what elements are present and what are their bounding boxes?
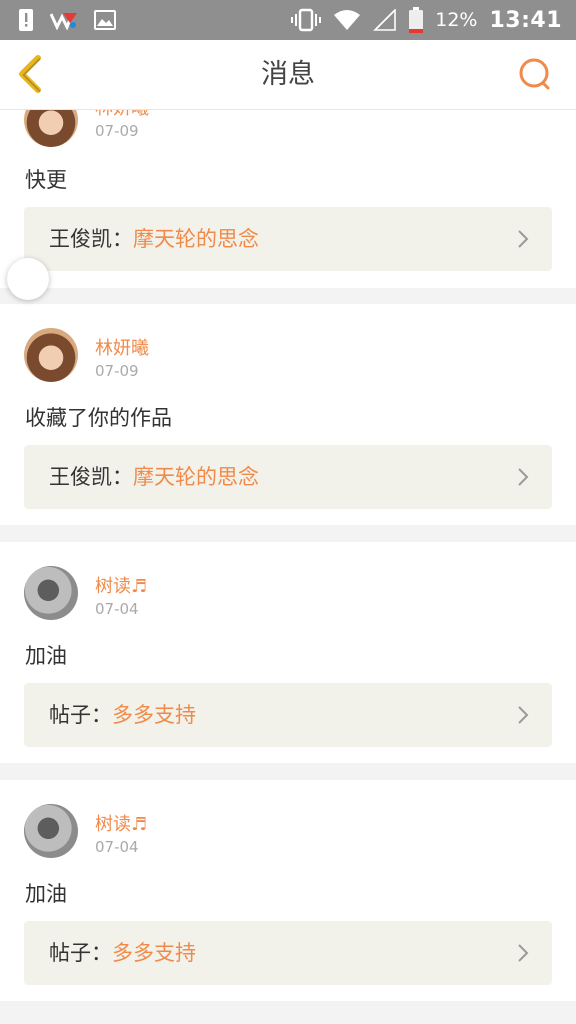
- app-notification-icon: [50, 13, 77, 30]
- message-username[interactable]: 林妍曦: [95, 110, 149, 120]
- message-card: 林妍曦 07-09 收藏了你的作品 王俊凯：摩天轮的思念: [0, 304, 576, 525]
- back-button[interactable]: [10, 50, 54, 98]
- search-button[interactable]: [514, 53, 558, 97]
- image-icon: [94, 10, 116, 30]
- message-date: 07-09: [95, 362, 139, 380]
- ref-text: 帖子：多多支持: [49, 921, 196, 985]
- alert-icon: [19, 9, 33, 31]
- top-app-bar: 消息: [0, 40, 576, 110]
- message-card: 林妍曦 07-09 快更 王俊凯：摩天轮的思念: [0, 110, 576, 288]
- search-icon: [519, 58, 550, 90]
- chevron-right-icon: [518, 706, 529, 724]
- message-username[interactable]: 树读♬: [95, 810, 147, 836]
- referenced-post-link[interactable]: 帖子：多多支持: [24, 683, 552, 747]
- chevron-right-icon: [518, 230, 529, 248]
- ref-title: 摩天轮的思念: [133, 227, 259, 251]
- referenced-work-link[interactable]: 王俊凯：摩天轮的思念: [24, 207, 552, 271]
- avatar[interactable]: [24, 110, 78, 147]
- wifi-icon: [334, 10, 361, 30]
- ref-prefix: 王俊凯：: [49, 227, 133, 251]
- ref-text: 王俊凯：摩天轮的思念: [49, 207, 259, 271]
- status-bar-right: 12% 13:41: [291, 0, 562, 40]
- floating-assistive-button[interactable]: [7, 258, 49, 300]
- status-bar: 12% 13:41: [0, 0, 576, 40]
- message-text: 加油: [25, 882, 67, 906]
- ref-prefix: 帖子：: [49, 941, 112, 965]
- message-date: 07-09: [95, 122, 139, 140]
- ref-title: 多多支持: [112, 941, 196, 965]
- ref-title: 多多支持: [112, 703, 196, 727]
- ref-prefix: 帖子：: [49, 703, 112, 727]
- ref-title: 摩天轮的思念: [133, 465, 259, 489]
- ref-prefix: 王俊凯：: [49, 465, 133, 489]
- signal-icon: [373, 9, 397, 31]
- referenced-post-link[interactable]: 帖子：多多支持: [24, 921, 552, 985]
- clock: 13:41: [489, 7, 562, 33]
- ref-text: 王俊凯：摩天轮的思念: [49, 445, 259, 509]
- page-title: 消息: [261, 59, 315, 90]
- battery-percent: 12%: [435, 9, 478, 31]
- message-date: 07-04: [95, 838, 139, 856]
- message-card: 树读♬ 07-04 加油 帖子：多多支持: [0, 780, 576, 1001]
- back-chevron-icon: [19, 55, 41, 93]
- status-bar-left: [18, 7, 116, 33]
- message-username[interactable]: 林妍曦: [95, 334, 149, 360]
- message-text: 收藏了你的作品: [25, 406, 172, 430]
- message-card: 树读♬ 07-04 加油 帖子：多多支持: [0, 542, 576, 763]
- chevron-right-icon: [518, 468, 529, 486]
- referenced-work-link[interactable]: 王俊凯：摩天轮的思念: [24, 445, 552, 509]
- avatar[interactable]: [24, 804, 78, 858]
- message-date: 07-04: [95, 600, 139, 618]
- message-username[interactable]: 树读♬: [95, 572, 147, 598]
- avatar[interactable]: [24, 566, 78, 620]
- chevron-right-icon: [518, 944, 529, 962]
- message-list[interactable]: 林妍曦 07-09 快更 王俊凯：摩天轮的思念 林妍曦 07-09 收藏了你的作…: [0, 110, 576, 1024]
- vibrate-icon: [291, 8, 322, 32]
- message-text: 加油: [25, 644, 67, 668]
- message-text: 快更: [25, 168, 67, 192]
- battery-icon: [409, 7, 424, 33]
- ref-text: 帖子：多多支持: [49, 683, 196, 747]
- avatar[interactable]: [24, 328, 78, 382]
